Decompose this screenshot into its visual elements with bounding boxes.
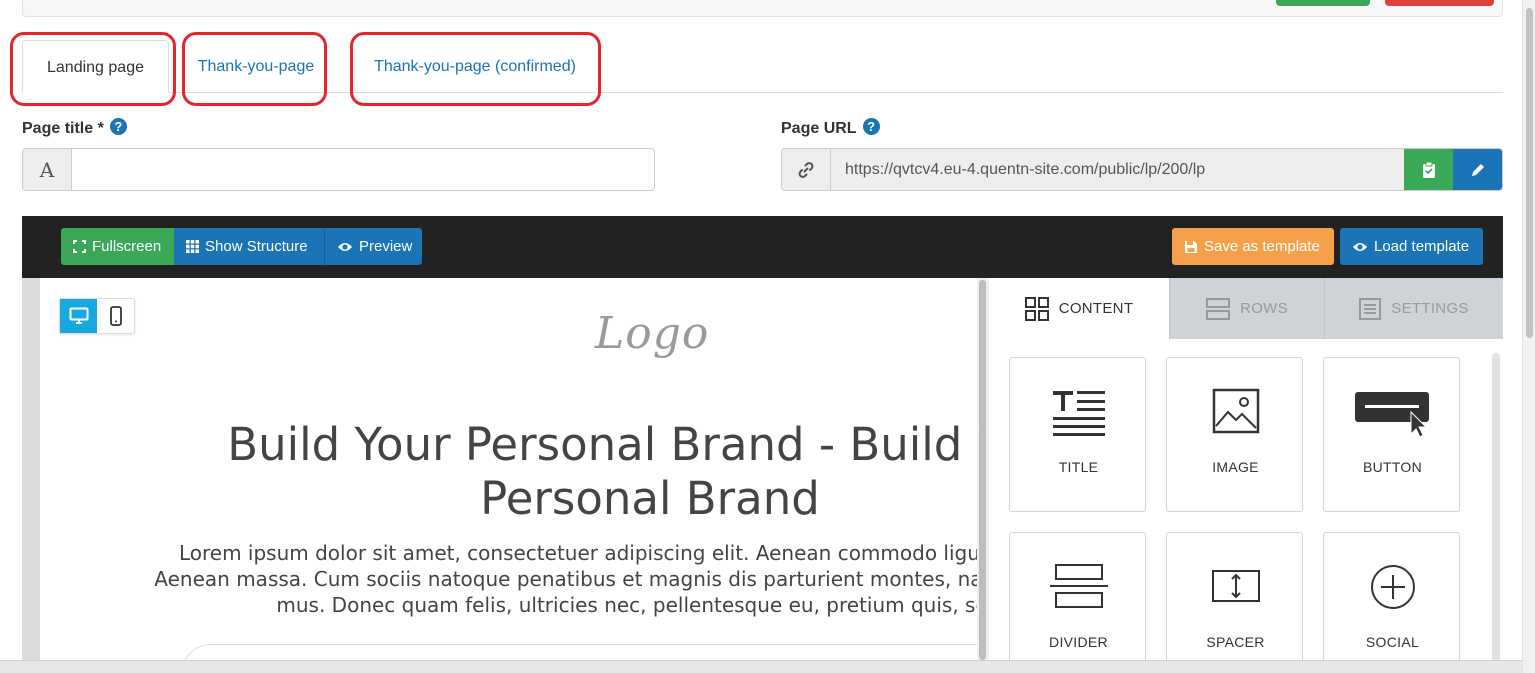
- link-icon: [782, 149, 831, 190]
- desktop-view-button[interactable]: [60, 299, 97, 333]
- body-line: Lorem ipsum dolor sit amet, consectetuer…: [178, 541, 977, 565]
- page-preview: Logo Build Your Personal Brand - Build Y…: [40, 278, 977, 673]
- spacer-icon: [1211, 570, 1260, 602]
- tile-title[interactable]: TITLE: [1009, 357, 1146, 512]
- button-icon: [1354, 392, 1429, 438]
- load-template-label: Load template: [1374, 238, 1470, 255]
- tile-label: SPACER: [1206, 634, 1265, 650]
- help-icon[interactable]: ?: [109, 118, 127, 135]
- editor-canvas: Logo Build Your Personal Brand - Build Y…: [22, 278, 977, 673]
- bottom-edge: [0, 660, 1522, 673]
- eye-icon: [338, 242, 352, 251]
- tab-content[interactable]: CONTENT: [989, 278, 1169, 339]
- tab-thank-you-page[interactable]: Thank-you-page: [190, 40, 322, 93]
- tab-rows[interactable]: ROWS: [1169, 278, 1324, 339]
- fullscreen-button[interactable]: Fullscreen: [61, 228, 174, 265]
- page-url-input[interactable]: https://qvtcv4.eu-4.quentn-site.com/publ…: [831, 149, 1404, 190]
- page-body-text[interactable]: Lorem ipsum dolor sit amet, consectetuer…: [70, 540, 977, 618]
- top-action-bar: [22, 0, 1503, 17]
- pencil-icon: [1471, 163, 1484, 176]
- save-as-template-label: Save as template: [1204, 238, 1320, 255]
- rows-icon: [1206, 297, 1231, 320]
- preview-button[interactable]: Preview: [324, 228, 422, 265]
- body-line: mus. Donec quam felis, ultricies nec, pe…: [276, 593, 977, 617]
- save-as-template-button[interactable]: Save as template: [1172, 228, 1334, 265]
- help-icon[interactable]: ?: [862, 118, 880, 135]
- scrollbar-thumb[interactable]: [979, 280, 986, 660]
- text-icon-glyph: A: [39, 157, 55, 182]
- social-icon: [1370, 565, 1415, 609]
- preview-label: Preview: [359, 238, 413, 255]
- tile-image[interactable]: IMAGE: [1166, 357, 1303, 512]
- mobile-view-button[interactable]: [97, 299, 134, 333]
- tile-divider[interactable]: DIVIDER: [1009, 532, 1146, 673]
- tab-thank-you-page-confirmed[interactable]: Thank-you-page (confirmed): [362, 40, 588, 93]
- clipboard-icon: [1422, 161, 1435, 178]
- editor-toolbar: Fullscreen Show Structure Preview Save a…: [22, 216, 1503, 278]
- settings-icon: [1359, 297, 1382, 320]
- delete-button[interactable]: [1385, 0, 1494, 6]
- tab-settings-label: SETTINGS: [1391, 300, 1469, 317]
- desktop-icon: [69, 307, 88, 324]
- tile-label: BUTTON: [1362, 459, 1423, 475]
- page-url-label: Page URL?: [781, 118, 880, 138]
- divider-icon: [1049, 564, 1108, 608]
- grid-icon: [1024, 296, 1049, 321]
- body-line: Aenean massa. Cum sociis natoque penatib…: [154, 567, 977, 591]
- content-tiles: TITLE IMAGE BUTTON DIVIDER SPACER SOCIAL: [989, 339, 1503, 673]
- tile-social[interactable]: SOCIAL: [1323, 532, 1460, 673]
- panel-tabs: CONTENT ROWS SETTINGS: [989, 278, 1503, 339]
- page-title-input[interactable]: [72, 149, 654, 190]
- tab-landing-page[interactable]: Landing page: [22, 40, 169, 93]
- page-editor: Fullscreen Show Structure Preview Save a…: [22, 216, 1503, 673]
- page-tabs: Landing page Thank-you-page Thank-you-pa…: [22, 40, 1503, 93]
- save-template-icon: [1185, 240, 1197, 253]
- show-structure-button[interactable]: Show Structure: [174, 228, 324, 265]
- page-url-field: https://qvtcv4.eu-4.quentn-site.com/publ…: [781, 148, 1503, 191]
- tab-settings[interactable]: SETTINGS: [1324, 278, 1503, 339]
- copy-url-button[interactable]: [1404, 149, 1453, 190]
- page-title-label-text: Page title *: [22, 120, 104, 137]
- edit-url-button[interactable]: [1453, 149, 1502, 190]
- page-headline[interactable]: Build Your Personal Brand - Build Your P…: [180, 418, 977, 526]
- save-button[interactable]: [1276, 0, 1370, 6]
- mobile-icon: [109, 306, 122, 326]
- tab-content-label: CONTENT: [1058, 300, 1134, 317]
- builder-panel: CONTENT ROWS SETTINGS TITLE IMAGE BUTTON…: [989, 278, 1503, 673]
- title-icon: [1052, 391, 1105, 436]
- page-url-label-text: Page URL: [781, 120, 857, 137]
- panel-scrollbar[interactable]: [1492, 353, 1500, 673]
- scrollbar-thumb[interactable]: [1526, 8, 1533, 338]
- tile-spacer[interactable]: SPACER: [1166, 532, 1303, 673]
- text-icon: A: [23, 149, 72, 190]
- canvas-scrollbar[interactable]: [977, 278, 989, 673]
- logo[interactable]: Logo: [595, 308, 709, 359]
- grid-icon: [186, 240, 199, 253]
- tab-rows-label: ROWS: [1240, 300, 1288, 317]
- device-switcher: [59, 298, 135, 334]
- tile-button[interactable]: BUTTON: [1323, 357, 1460, 512]
- tile-label: DIVIDER: [1049, 634, 1108, 650]
- page-title-field: A: [22, 148, 655, 191]
- page-scrollbar[interactable]: [1522, 0, 1535, 673]
- eye-icon: [1353, 242, 1367, 251]
- load-template-button[interactable]: Load template: [1340, 228, 1483, 265]
- tile-label: SOCIAL: [1365, 634, 1420, 650]
- show-structure-label: Show Structure: [205, 238, 308, 255]
- expand-icon: [73, 240, 86, 253]
- image-icon: [1212, 388, 1259, 434]
- fullscreen-label: Fullscreen: [92, 238, 162, 255]
- tile-label: TITLE: [1058, 459, 1099, 475]
- page-title-label: Page title *?: [22, 118, 127, 138]
- tile-label: IMAGE: [1212, 459, 1259, 475]
